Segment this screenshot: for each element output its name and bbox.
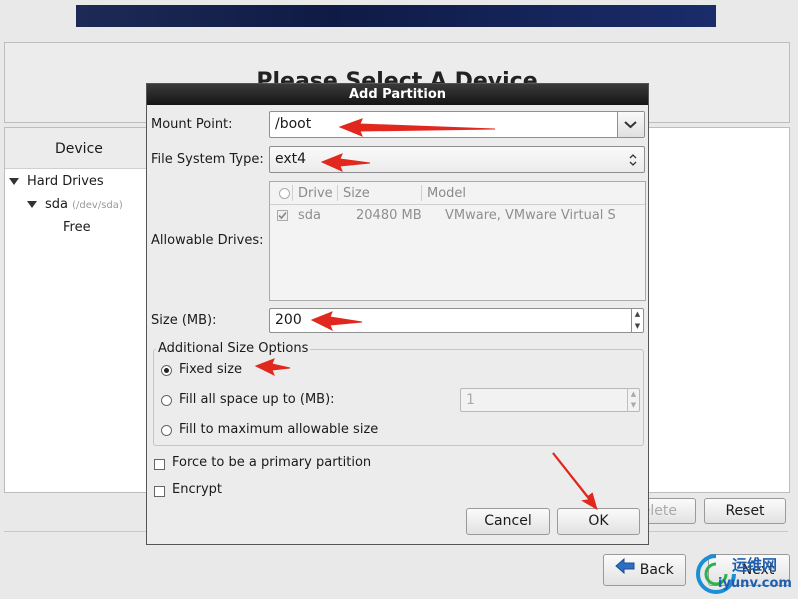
watermark-cn: 运维网 (732, 556, 778, 574)
arrow-fs-type-icon (320, 153, 371, 172)
arrow-mount-point-icon (338, 118, 496, 137)
annotation-arrows (254, 118, 598, 511)
arrow-size-icon (310, 311, 363, 332)
arrow-fixed-size-icon (254, 358, 291, 377)
watermark-logo: 运维网 iyunv.com (694, 552, 794, 596)
watermark-url: iyunv.com (718, 576, 792, 591)
